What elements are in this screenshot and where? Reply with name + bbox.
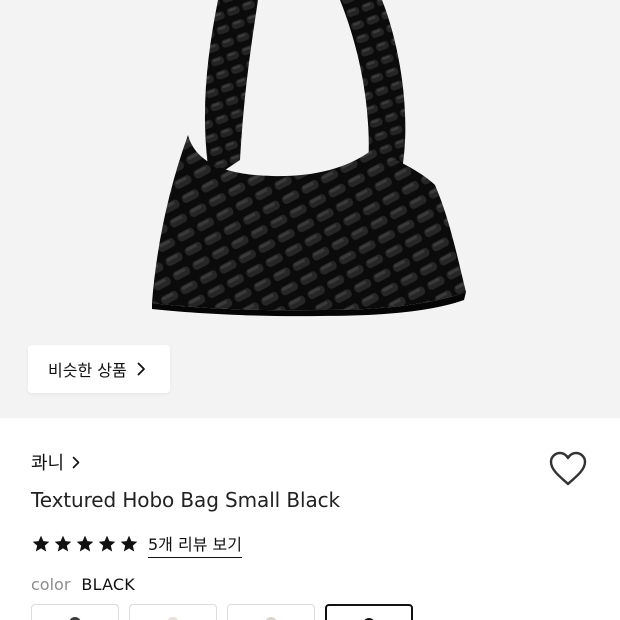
color-swatch[interactable] [227, 604, 315, 620]
similar-products-label: 비슷한 상품 [48, 361, 127, 380]
star-filled-icon [32, 535, 50, 552]
color-option: color BLACK [31, 575, 135, 594]
star-filled-icon [76, 535, 94, 552]
product-detail-page: 비슷한 상품 콰니 Textured Hobo Bag Small Black … [0, 0, 620, 620]
rating-stars [31, 534, 139, 554]
heart-outline-icon [549, 451, 587, 486]
star-filled-icon [98, 535, 116, 552]
brand-link[interactable]: 콰니 [31, 449, 80, 475]
star-filled-icon [120, 535, 138, 552]
wishlist-button[interactable] [546, 449, 590, 489]
review-link[interactable]: 5개 리뷰 보기 [148, 531, 242, 558]
color-label: color [31, 575, 71, 594]
color-swatch-list [31, 604, 413, 620]
star-filled-icon [54, 535, 72, 552]
color-swatch[interactable] [325, 604, 413, 620]
similar-products-button[interactable]: 비슷한 상품 [28, 345, 170, 393]
chevron-right-icon [72, 456, 80, 469]
chevron-right-icon [137, 362, 146, 376]
color-swatch[interactable] [31, 604, 119, 620]
color-value: BLACK [81, 575, 135, 594]
rating-row: 5개 리뷰 보기 [31, 530, 242, 558]
product-title: Textured Hobo Bag Small Black [31, 488, 340, 512]
product-image-area[interactable]: 비슷한 상품 [0, 0, 620, 418]
brand-name: 콰니 [31, 453, 65, 474]
color-swatch[interactable] [129, 604, 217, 620]
